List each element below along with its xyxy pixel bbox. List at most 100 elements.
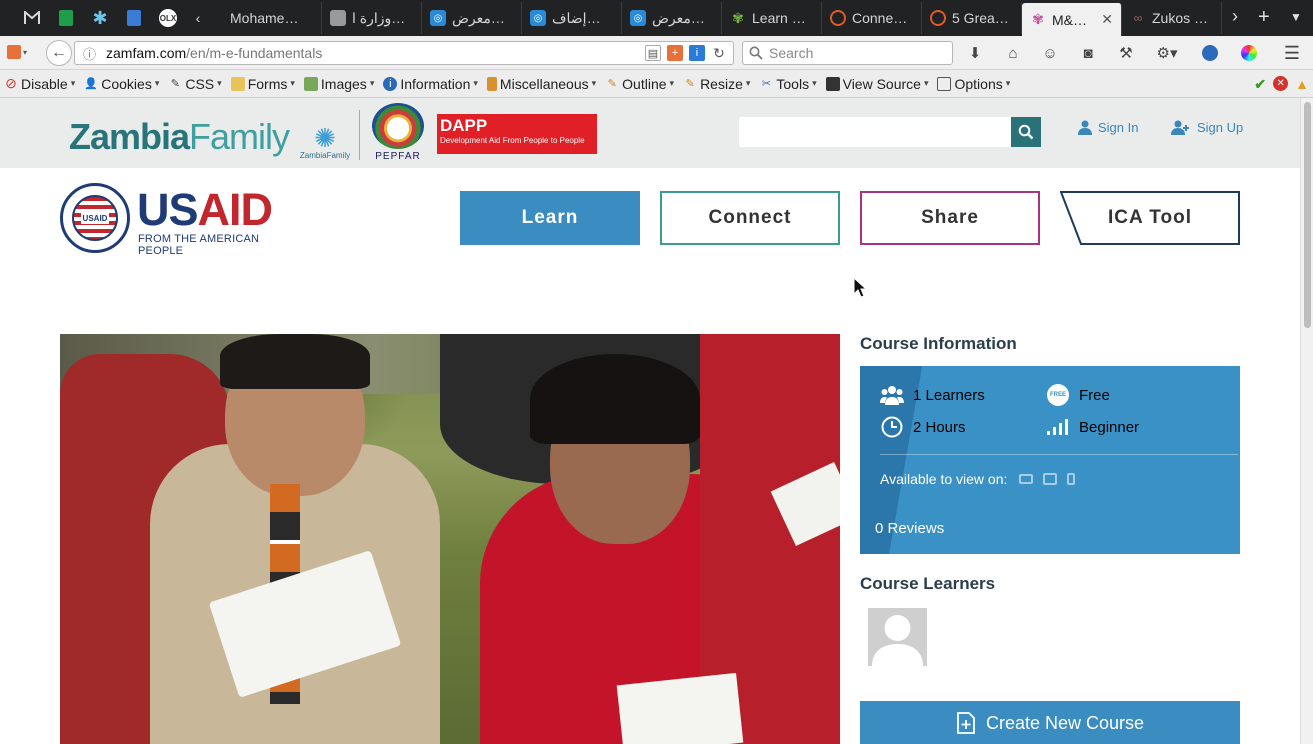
tab-3[interactable]: ◎ إضاف… [522, 2, 622, 34]
learner-avatar[interactable] [868, 608, 927, 666]
course-duration: 2 Hours [880, 416, 966, 438]
scrollbar-thumb[interactable] [1304, 102, 1311, 328]
tab-list-chevron-down-icon[interactable]: ▼ [1290, 10, 1302, 24]
chevron-down-icon: ▾ [217, 78, 222, 88]
learners-count: 1 Learners [880, 384, 985, 406]
reload-icon[interactable]: ↻ [711, 45, 727, 61]
dev-menu-disable[interactable]: ⊘ Disable ▾ [4, 75, 75, 92]
dev-menu-options[interactable]: Options ▾ [937, 76, 1010, 92]
sign-up-link[interactable]: Sign Up [1171, 120, 1243, 135]
nav-ica-tool-button[interactable]: ICA Tool [1060, 191, 1240, 245]
course-reviews-count[interactable]: 0 Reviews [875, 520, 944, 537]
tab-6[interactable]: Conne… [822, 2, 922, 34]
course-hero-photo [60, 334, 840, 744]
course-learners-title: Course Learners [860, 574, 996, 593]
dev-menu-css[interactable]: ✎ CSS ▾ [168, 76, 222, 92]
page-favicon-icon: ◎ [530, 10, 546, 26]
notebook-girl [616, 672, 744, 744]
tab-0[interactable]: Mohame… [222, 2, 322, 34]
gmail-pinned-tab[interactable] [20, 6, 44, 30]
addon-info-icon[interactable]: i [689, 45, 705, 61]
close-tab-icon[interactable]: ✕ [1101, 11, 1113, 28]
docs-pinned-tab[interactable] [122, 6, 146, 30]
browser-search-box[interactable] [742, 41, 953, 65]
dev-menu-outline[interactable]: ✎ Outline ▾ [605, 76, 675, 92]
tabs-scroll-right-icon[interactable]: › [1232, 6, 1238, 27]
disable-icon: ⊘ [5, 75, 17, 91]
url-bar[interactable]: ⓘ zamfam.com/en/m-e-fundamentals ▤ + i ↻ [74, 41, 734, 65]
dev-menu-miscellaneous[interactable]: Miscellaneous ▾ [486, 76, 596, 92]
dev-menu-forms[interactable]: Forms ▾ [230, 76, 295, 92]
page-scrollbar[interactable] [1300, 98, 1313, 744]
page-favicon-icon: ✾ [732, 9, 744, 26]
tab-label: Mohame… [230, 10, 299, 26]
pocket-icon[interactable]: ◙ [1078, 43, 1098, 63]
tab-7[interactable]: 5 Grea… [922, 2, 1022, 34]
chevron-down-icon: ▾ [1005, 78, 1011, 88]
tab-2[interactable]: ◎ معرض… [422, 2, 522, 34]
student-boy-hair [220, 334, 370, 389]
js-error-icon[interactable]: ✕ [1273, 76, 1289, 91]
addon-menu-button[interactable]: ▾ [2, 41, 32, 63]
asterisk-pinned-tab[interactable]: ✱ [88, 6, 112, 30]
new-tab-icon[interactable]: + [1258, 6, 1270, 29]
dev-menu-images[interactable]: Images ▾ [303, 76, 374, 92]
hamburger-menu-icon[interactable]: ☰ [1282, 43, 1302, 63]
learners-group-icon [880, 384, 904, 406]
warning-icon[interactable]: ▲ [1295, 76, 1309, 93]
dev-menu-tools[interactable]: ✂ Tools ▾ [759, 76, 817, 92]
sign-in-link[interactable]: Sign In [1078, 120, 1138, 135]
forms-icon [230, 76, 245, 91]
tab-4[interactable]: ◎ معرض… [622, 2, 722, 34]
tab-5[interactable]: ✾ Learn … [722, 2, 822, 34]
tab-1[interactable]: وزارة ا… [322, 2, 422, 34]
page-favicon-icon: ◎ [430, 10, 446, 26]
hammer-icon[interactable]: ⚒ [1116, 43, 1136, 63]
site-info-icon[interactable]: ⓘ [83, 44, 96, 63]
page-favicon-icon: ∞ [1133, 11, 1143, 25]
globe-icon[interactable] [1200, 43, 1220, 63]
tab-9[interactable]: ∞ Zukos … [1122, 2, 1222, 34]
tab-8-active[interactable]: ✾ M&… ✕ [1022, 3, 1122, 36]
olx-pinned-tab[interactable]: OLX [156, 6, 180, 30]
dev-menu-information[interactable]: i Information ▾ [383, 76, 478, 92]
dev-menu-view-source[interactable]: View Source ▾ [825, 76, 929, 92]
tabs-scroll-left-icon[interactable]: ‹ [186, 6, 210, 30]
css-valid-check-icon[interactable]: ✔ [1254, 76, 1266, 93]
usaid-seal-icon: USAID [60, 183, 130, 253]
chevron-down-icon: ▾ [290, 78, 295, 88]
course-information-title: Course Information [860, 334, 1017, 353]
cookies-icon: 👤 [84, 78, 99, 90]
usaid-logo[interactable]: USAID USAID FROM THE AMERICAN PEOPLE [60, 183, 300, 257]
smiley-icon[interactable]: ☺ [1040, 43, 1060, 63]
usaid-wordmark: USAID [137, 184, 273, 235]
tab-label: Learn … [752, 10, 806, 26]
css-pencil-icon: ✎ [170, 78, 180, 90]
nav-learn-button[interactable]: Learn [460, 191, 640, 245]
chevron-down-icon: ▾ [923, 78, 929, 88]
site-search-input[interactable] [739, 117, 1011, 147]
downloads-icon[interactable]: ⬇ [965, 43, 985, 63]
color-picker-icon[interactable] [1239, 43, 1259, 63]
zambiafamily-logo[interactable]: ZambiaFamily [69, 116, 290, 158]
tab-label: وزارة ا… [352, 9, 406, 26]
page-favicon-icon [830, 10, 846, 26]
dev-menu-cookies[interactable]: 👤 Cookies ▾ [84, 76, 159, 92]
site-search-button[interactable] [1011, 117, 1041, 147]
page-favicon-icon [930, 10, 946, 26]
pepfar-logo: PEPFAR [367, 103, 429, 163]
chevron-down-icon: ▾ [154, 78, 160, 88]
create-new-course-button[interactable]: Create New Course [860, 701, 1240, 744]
addon-plus-icon[interactable]: + [667, 45, 683, 61]
nav-share-button[interactable]: Share [860, 191, 1040, 245]
chevron-down-icon: ▾ [812, 78, 817, 88]
tablet-icon [1043, 473, 1058, 485]
home-icon[interactable]: ⌂ [1003, 43, 1023, 63]
nav-connect-button[interactable]: Connect [660, 191, 840, 245]
developer-toolbar-icon[interactable]: ⚙▾ [1152, 43, 1182, 63]
dev-menu-resize[interactable]: ✎ Resize ▾ [683, 76, 750, 92]
browser-search-input[interactable] [769, 45, 939, 61]
back-button[interactable]: ← [46, 40, 72, 66]
sheets-pinned-tab[interactable] [54, 6, 78, 30]
reader-view-icon[interactable]: ▤ [645, 45, 661, 61]
